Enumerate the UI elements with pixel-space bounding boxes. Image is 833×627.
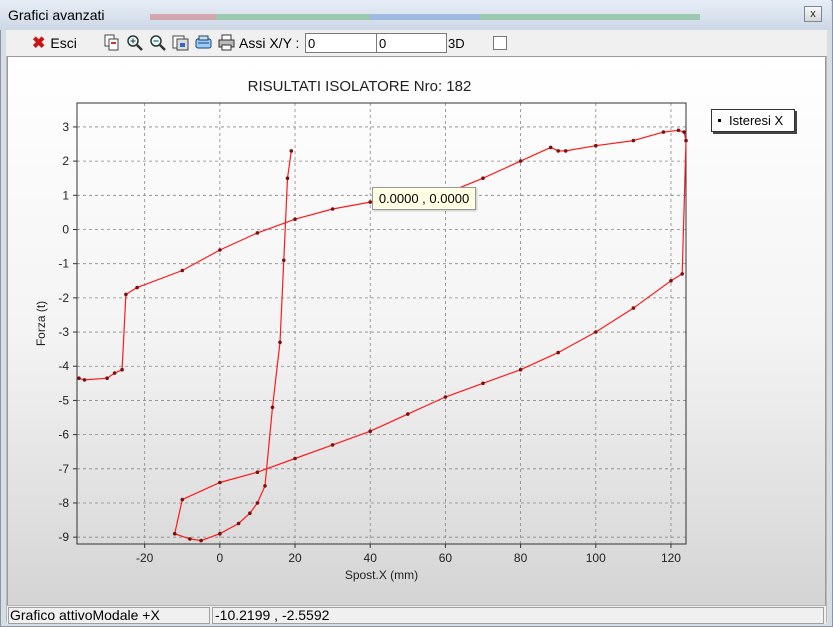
x-tick-label: 120	[661, 551, 681, 565]
series-point	[248, 511, 252, 515]
series-point	[218, 248, 222, 252]
series-point	[563, 149, 568, 153]
x-tick-label: 0	[217, 551, 224, 565]
y-tick-label: -4	[58, 359, 69, 373]
series-point	[124, 292, 128, 297]
series-point	[289, 149, 294, 153]
y-tick-label: -1	[58, 257, 69, 271]
chart-ticks: -20 0 20 40 60 80 100 120 3 2 1 0 -1 -2 -3 -4 -5 -6 -7 -8 -9	[58, 120, 681, 565]
y-tick-label: -9	[58, 530, 69, 544]
chart-svg[interactable]: -20 0 20 40 60 80 100 120 3 2 1 0 -1 -2 -3 -4 -5 -6 -7 -8 -9…	[0, 0, 833, 627]
series-point	[368, 429, 373, 434]
y-tick-label: -6	[58, 428, 69, 442]
series-point	[631, 138, 636, 143]
series-point	[631, 306, 636, 310]
series-point	[105, 376, 109, 381]
series-point	[236, 521, 241, 526]
series-point	[661, 130, 666, 134]
series-point	[684, 138, 688, 143]
series-point	[518, 367, 523, 372]
y-tick-label: -3	[58, 325, 69, 339]
y-tick-label: -5	[58, 393, 69, 407]
x-tick-label: -20	[136, 551, 154, 565]
series-point	[120, 367, 124, 372]
series-point	[330, 443, 335, 447]
series-point	[676, 128, 681, 133]
series-point	[218, 531, 222, 536]
series-point	[180, 497, 185, 502]
y-tick-label: 1	[62, 188, 69, 202]
series-point	[682, 130, 686, 134]
y-axis-label: Forza (t)	[34, 301, 48, 346]
series-point	[255, 231, 260, 235]
series-point	[172, 531, 177, 536]
series-point	[270, 405, 275, 410]
series-point	[406, 412, 410, 416]
status-cursor-coords: -10.2199 , -2.5592	[212, 607, 824, 624]
plot-area-frame	[76, 102, 687, 545]
legend-marker	[718, 119, 721, 122]
series-point	[669, 279, 673, 283]
series-point	[255, 470, 260, 475]
x-tick-label: 40	[364, 551, 378, 565]
series-point	[556, 149, 560, 153]
series-point	[518, 159, 523, 163]
series-point	[481, 176, 485, 180]
series-point	[188, 537, 192, 541]
status-bar: Grafico attivoModale +X -10.2199 , -2.55…	[7, 605, 826, 624]
series-point	[255, 501, 260, 505]
series-point	[594, 143, 598, 148]
series-point	[443, 395, 448, 399]
series-point	[218, 480, 222, 485]
series-point	[548, 145, 553, 150]
y-tick-label: -2	[58, 291, 69, 305]
cursor-tooltip: 0.0000 , 0.0000	[372, 187, 476, 210]
y-tick-label: 3	[62, 120, 69, 134]
series-point	[285, 176, 290, 180]
series-point	[82, 378, 87, 382]
series-point	[330, 207, 335, 211]
series-point	[199, 538, 203, 543]
legend: Isteresi X	[711, 109, 795, 132]
status-active-chart: Grafico attivoModale +X	[8, 607, 210, 624]
series-point	[112, 371, 117, 375]
series-point	[556, 350, 560, 355]
series-point	[282, 258, 286, 263]
chart-grid	[73, 103, 686, 548]
series-point	[135, 285, 139, 290]
legend-label: Isteresi X	[729, 113, 784, 128]
series-point	[77, 376, 81, 381]
x-tick-label: 100	[586, 551, 606, 565]
x-axis-label: Spost.X (mm)	[345, 568, 418, 582]
series-point	[594, 330, 598, 334]
series-point	[293, 217, 297, 221]
series-point	[680, 272, 684, 276]
x-tick-label: 20	[288, 551, 302, 565]
x-tick-label: 80	[514, 551, 528, 565]
series-point	[481, 381, 485, 386]
series-point	[293, 456, 297, 461]
y-tick-label: -7	[58, 462, 69, 476]
y-tick-label: 2	[62, 154, 69, 168]
series-point	[180, 268, 185, 273]
series-point	[263, 484, 267, 488]
series-point	[278, 340, 282, 345]
x-tick-label: 60	[439, 551, 453, 565]
y-tick-label: 0	[62, 222, 69, 236]
y-tick-label: -8	[58, 496, 69, 510]
